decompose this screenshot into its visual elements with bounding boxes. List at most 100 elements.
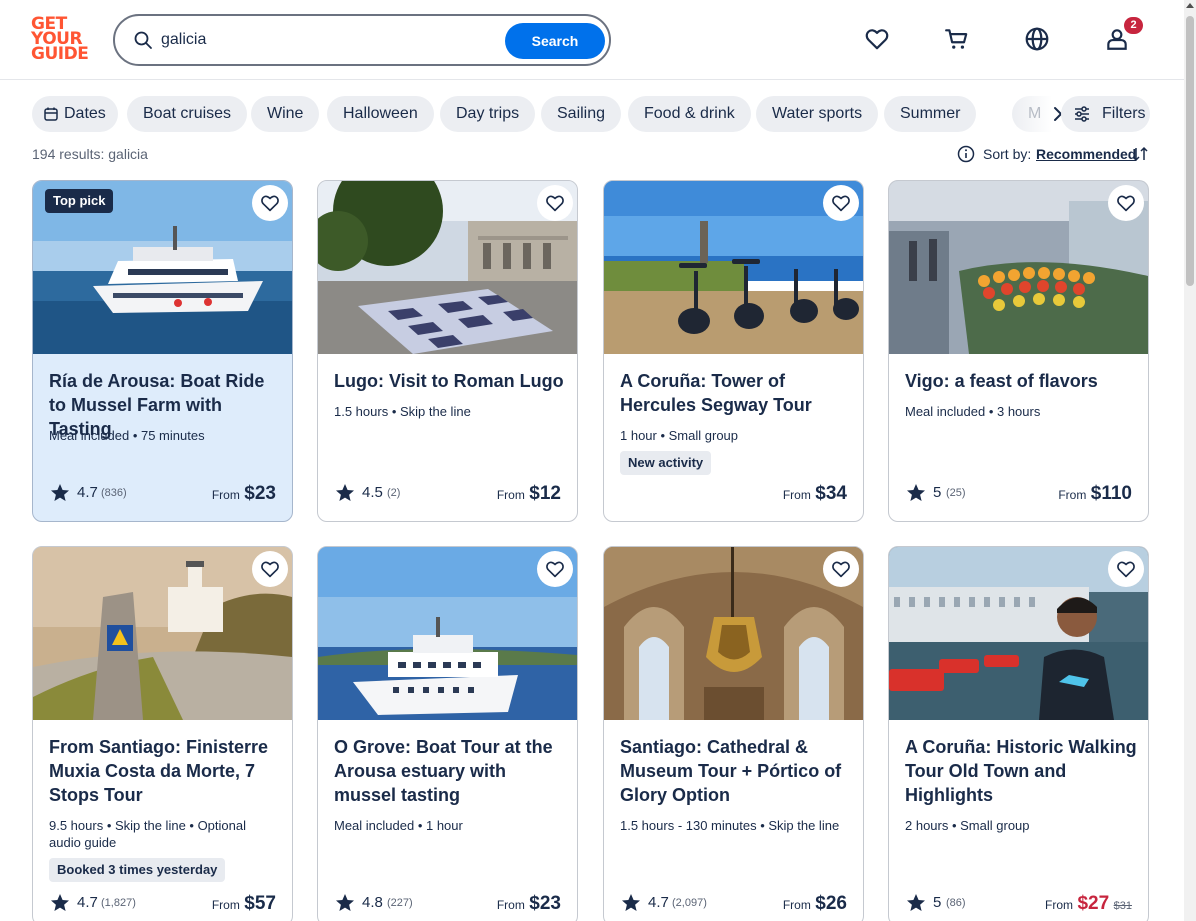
- activity-card[interactable]: Lugo: Visit to Roman Lugo 1.5 hours • Sk…: [317, 180, 578, 522]
- chip-day-trips[interactable]: Day trips: [440, 96, 536, 132]
- price: From $23: [212, 483, 276, 505]
- filter-chips: Dates Boat cruises Wine Halloween Day tr…: [32, 96, 1150, 132]
- search-icon: [134, 31, 152, 49]
- booked-badge: Booked 3 times yesterday: [49, 858, 226, 882]
- calendar-icon: [44, 107, 58, 121]
- star-icon: [336, 484, 354, 501]
- activity-title[interactable]: A Coruña: Tower of Hercules Segway Tour: [620, 369, 852, 417]
- new-activity-badge: New activity: [620, 451, 712, 475]
- filters-button[interactable]: Filters: [1061, 96, 1150, 132]
- price-from-label: From: [211, 898, 240, 912]
- sort-value[interactable]: Recommended: [1036, 146, 1136, 162]
- activity-card[interactable]: A Coruña: Historic Walking Tour Old Town…: [888, 546, 1149, 921]
- activity-title[interactable]: Vigo: a feast of flavors: [905, 369, 1137, 393]
- rating-value: 4.7: [648, 894, 669, 911]
- price: From $26: [783, 893, 847, 915]
- star-icon: [336, 894, 354, 911]
- wishlist-button[interactable]: [823, 551, 859, 587]
- chip-wine[interactable]: Wine: [251, 96, 320, 132]
- price-from-label: From: [496, 898, 525, 912]
- getyourguide-logo[interactable]: GET YOUR GUIDE: [31, 16, 91, 64]
- chip-water-sports[interactable]: Water sports: [756, 96, 879, 132]
- price: From $34: [783, 483, 847, 505]
- chip-food-drink[interactable]: Food & drink: [628, 96, 751, 132]
- price-from-label: From: [1045, 898, 1074, 912]
- activity-card[interactable]: Vigo: a feast of flavors Meal included •…: [888, 180, 1149, 522]
- wishlist-button[interactable]: [537, 551, 573, 587]
- chip-sailing[interactable]: Sailing: [541, 96, 622, 132]
- search-input[interactable]: [161, 28, 501, 52]
- review-count: (2,097): [672, 897, 707, 909]
- review-count: (1,827): [101, 897, 136, 909]
- wishlist-button[interactable]: [1108, 185, 1144, 221]
- price-from-label: From: [211, 488, 240, 502]
- logo-line-3: GUIDE: [31, 44, 89, 64]
- wishlist-button[interactable]: [252, 551, 288, 587]
- activity-card[interactable]: A Coruña: Tower of Hercules Segway Tour …: [603, 180, 864, 522]
- activity-title[interactable]: A Coruña: Historic Walking Tour Old Town…: [905, 735, 1137, 807]
- activity-title[interactable]: Lugo: Visit to Roman Lugo: [334, 369, 566, 393]
- heart-icon: [546, 561, 564, 578]
- chip-boat-cruises[interactable]: Boat cruises: [127, 96, 248, 132]
- scroll-up-arrow-icon[interactable]: [1186, 3, 1194, 8]
- price-amount: $26: [815, 893, 847, 914]
- top-pick-tag: Top pick: [45, 189, 114, 213]
- info-icon[interactable]: [957, 145, 975, 163]
- sale-price-amount: $27: [1077, 893, 1110, 914]
- activity-title[interactable]: From Santiago: Finisterre Muxia Costa da…: [49, 735, 281, 807]
- price-from-label: From: [1058, 488, 1087, 502]
- search-button[interactable]: Search: [505, 23, 605, 59]
- wishlist-heart-icon[interactable]: [864, 26, 890, 52]
- price-from-label: From: [496, 488, 525, 502]
- heart-icon: [832, 561, 850, 578]
- activity-meta: Meal included • 3 hours: [905, 404, 1041, 419]
- chip-dates[interactable]: Dates: [32, 96, 118, 132]
- cart-count-badge: 2: [1124, 17, 1143, 34]
- review-count: (227): [387, 897, 413, 909]
- wishlist-button[interactable]: [823, 185, 859, 221]
- price-amount: $110: [1090, 483, 1132, 504]
- cart-icon[interactable]: [944, 26, 970, 52]
- rating-value: 5: [933, 484, 942, 501]
- wishlist-button[interactable]: [252, 185, 288, 221]
- star-icon: [51, 484, 69, 501]
- scrollbar-thumb[interactable]: [1186, 16, 1194, 286]
- activity-meta: 2 hours • Small group: [905, 818, 1030, 833]
- activity-title[interactable]: O Grove: Boat Tour at the Arousa estuary…: [334, 735, 566, 807]
- price-amount: $57: [244, 893, 276, 914]
- heart-icon: [261, 195, 279, 212]
- review-count: (836): [101, 487, 127, 499]
- chip-more-partial[interactable]: M: [1012, 96, 1052, 132]
- review-count: (25): [946, 487, 966, 499]
- heart-icon: [1117, 195, 1135, 212]
- price-from-label: From: [782, 898, 811, 912]
- star-icon: [907, 894, 925, 911]
- sort-label: Sort by:: [983, 146, 1032, 162]
- chip-summer[interactable]: Summer: [884, 96, 977, 132]
- wishlist-button[interactable]: [1108, 551, 1144, 587]
- activity-card[interactable]: O Grove: Boat Tour at the Arousa estuary…: [317, 546, 578, 921]
- heart-icon: [546, 195, 564, 212]
- activity-title[interactable]: Santiago: Cathedral & Museum Tour + Pórt…: [620, 735, 852, 807]
- activity-card[interactable]: Top pick Ría de Arousa: Boat Ride to Mus…: [32, 180, 293, 522]
- activity-card[interactable]: Santiago: Cathedral & Museum Tour + Pórt…: [603, 546, 864, 921]
- activity-meta: 1.5 hours • Skip the line: [334, 404, 471, 419]
- activity-card[interactable]: From Santiago: Finisterre Muxia Costa da…: [32, 546, 293, 921]
- globe-icon[interactable]: [1024, 26, 1050, 52]
- rating-value: 4.7: [77, 894, 98, 911]
- price-amount: $34: [815, 483, 847, 504]
- chip-halloween[interactable]: Halloween: [327, 96, 434, 132]
- wishlist-button[interactable]: [537, 185, 573, 221]
- sort-arrows-icon[interactable]: [1131, 145, 1149, 163]
- rating-value: 4.5: [362, 484, 383, 501]
- price-from-label: From: [782, 488, 811, 502]
- results-count: 194 results: galicia: [32, 146, 148, 162]
- star-icon: [622, 894, 640, 911]
- rating-value: 5: [933, 894, 942, 911]
- activity-meta: Meal included • 75 minutes: [49, 428, 205, 443]
- search-bar: Search: [113, 14, 611, 66]
- top-header: GET YOUR GUIDE Search 2: [0, 0, 1184, 80]
- heart-icon: [832, 195, 850, 212]
- price-amount: $23: [529, 893, 561, 914]
- heart-icon: [261, 561, 279, 578]
